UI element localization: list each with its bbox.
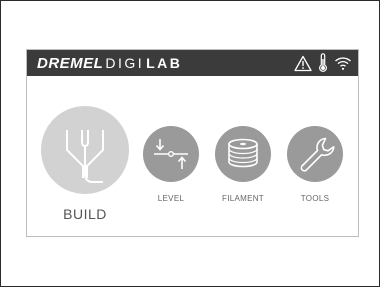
brand-sub-bold: LAB [146,55,183,71]
level-button[interactable]: LEVEL [143,126,199,206]
thermometer-icon[interactable] [318,53,328,73]
build-nozzle-icon [66,130,104,183]
level-label: LEVEL [157,194,185,203]
build-circle [41,106,129,194]
level-circle [143,126,199,182]
brand-name: DREMEL [37,54,104,72]
warning-icon[interactable] [294,55,312,72]
build-label: BUILD [63,206,107,222]
brand-logo: DREMEL DIGI LAB [37,54,182,72]
build-button[interactable]: BUILD [41,106,129,230]
wrench-icon [300,137,335,172]
filament-label: FILAMENT [222,194,264,203]
tools-button[interactable]: TOOLS [287,126,343,206]
level-icon [154,139,188,169]
status-icons [294,52,352,74]
brand-sub: DIGI [105,55,145,71]
wifi-icon[interactable] [334,55,352,71]
filament-button[interactable]: FILAMENT [215,126,271,206]
filament-spool-icon [228,138,258,168]
tools-circle [287,126,343,182]
printer-screen: DREMEL DIGI LAB BUILD LEVEL FILAMENT TOO… [26,49,359,237]
top-bar: DREMEL DIGI LAB [27,50,358,76]
tools-label: TOOLS [300,194,330,203]
filament-circle [215,126,271,182]
